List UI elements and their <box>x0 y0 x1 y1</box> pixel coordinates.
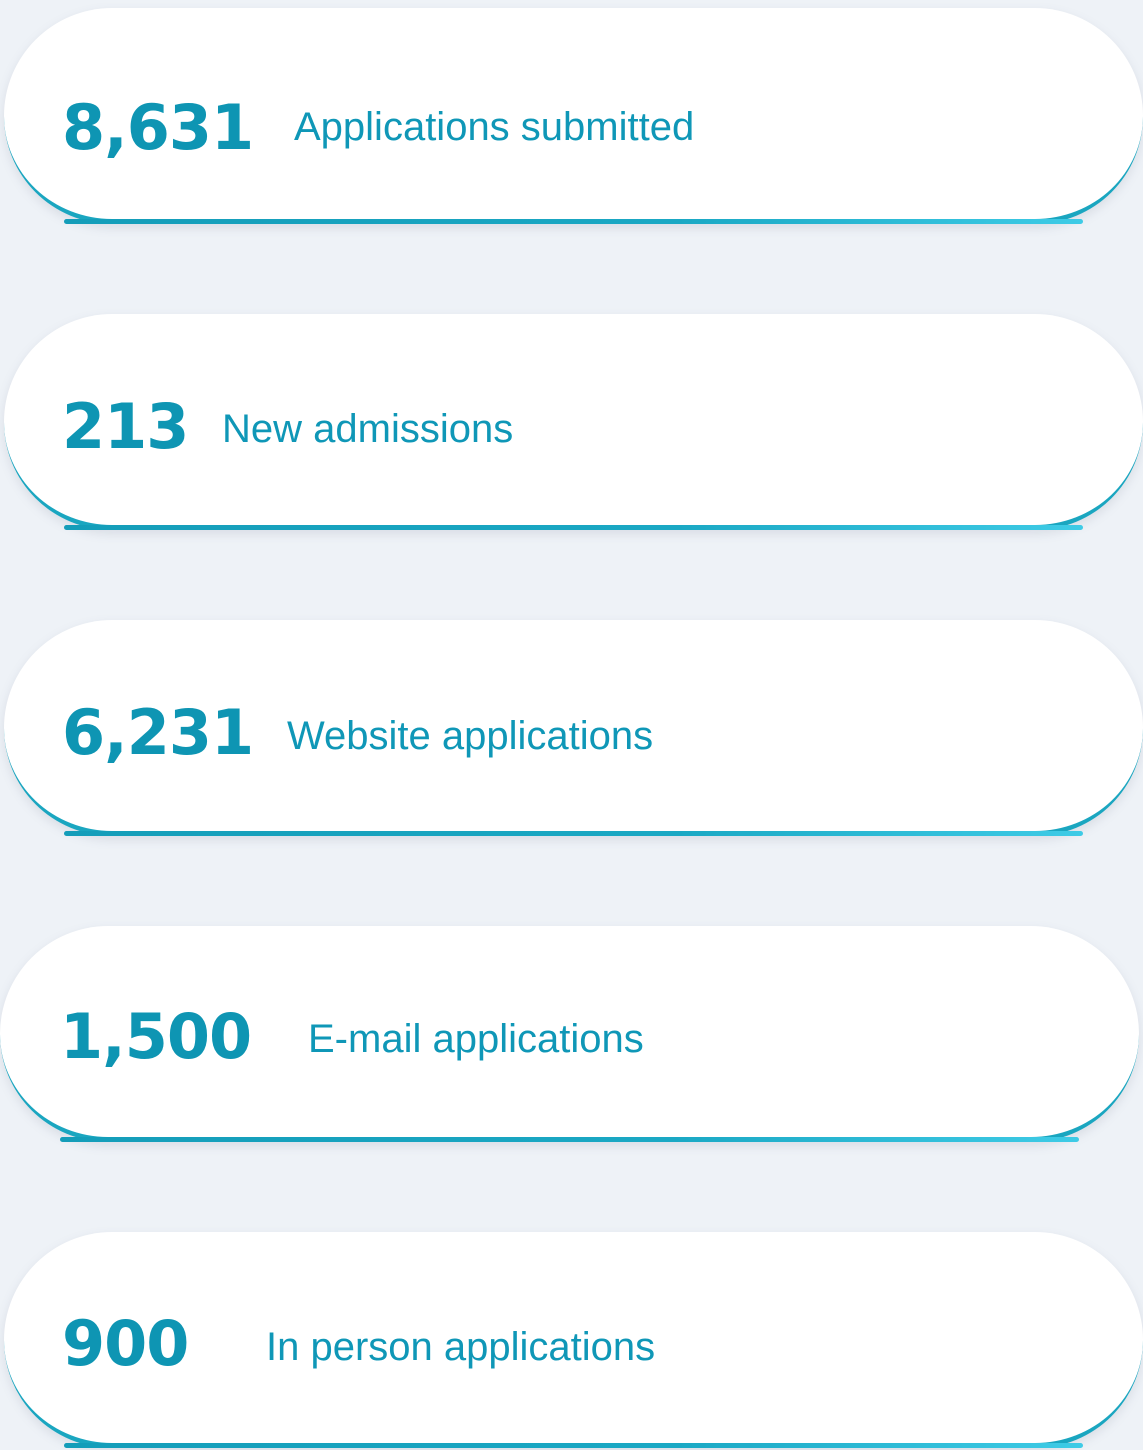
stat-value: 1,500 <box>60 1000 252 1073</box>
stat-value: 900 <box>62 1307 189 1380</box>
stat-label: Applications submitted <box>294 105 695 149</box>
stat-card-in-person-applications: 900 In person applications <box>4 1232 1143 1448</box>
stat-label: In person applications <box>266 1325 656 1369</box>
stat-card-website-applications: 6,231 Website applications <box>4 620 1143 836</box>
stat-card-email-applications: 1,500 E-mail applications <box>0 926 1139 1142</box>
stat-value: 6,231 <box>62 696 254 769</box>
stat-card-applications-submitted: 8,631 Applications submitted <box>4 8 1143 224</box>
stat-label: E-mail applications <box>308 1017 644 1061</box>
stat-label: New admissions <box>222 407 514 451</box>
stat-value: 213 <box>62 390 189 463</box>
stat-value: 8,631 <box>62 91 254 164</box>
stat-card-new-admissions: 213 New admissions <box>4 314 1143 530</box>
stat-label: Website applications <box>287 714 654 758</box>
